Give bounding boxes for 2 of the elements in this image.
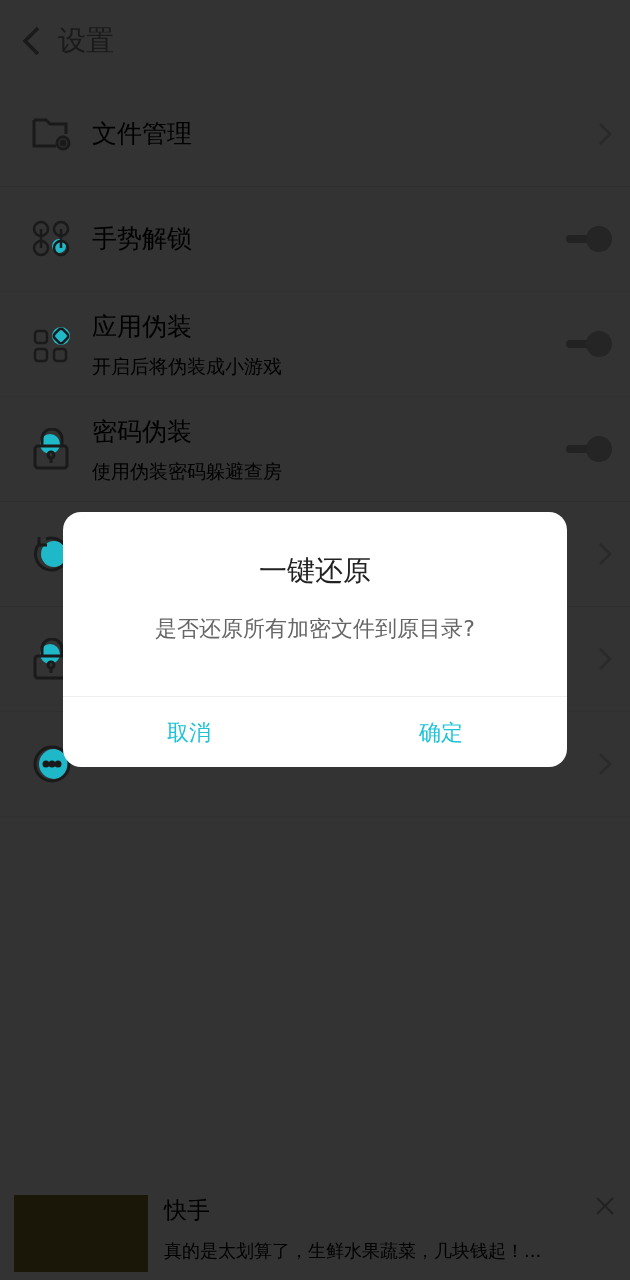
dialog-title: 一键还原 bbox=[258, 553, 372, 589]
dialog-message: 是否还原所有加密文件到原目录? bbox=[154, 615, 476, 643]
